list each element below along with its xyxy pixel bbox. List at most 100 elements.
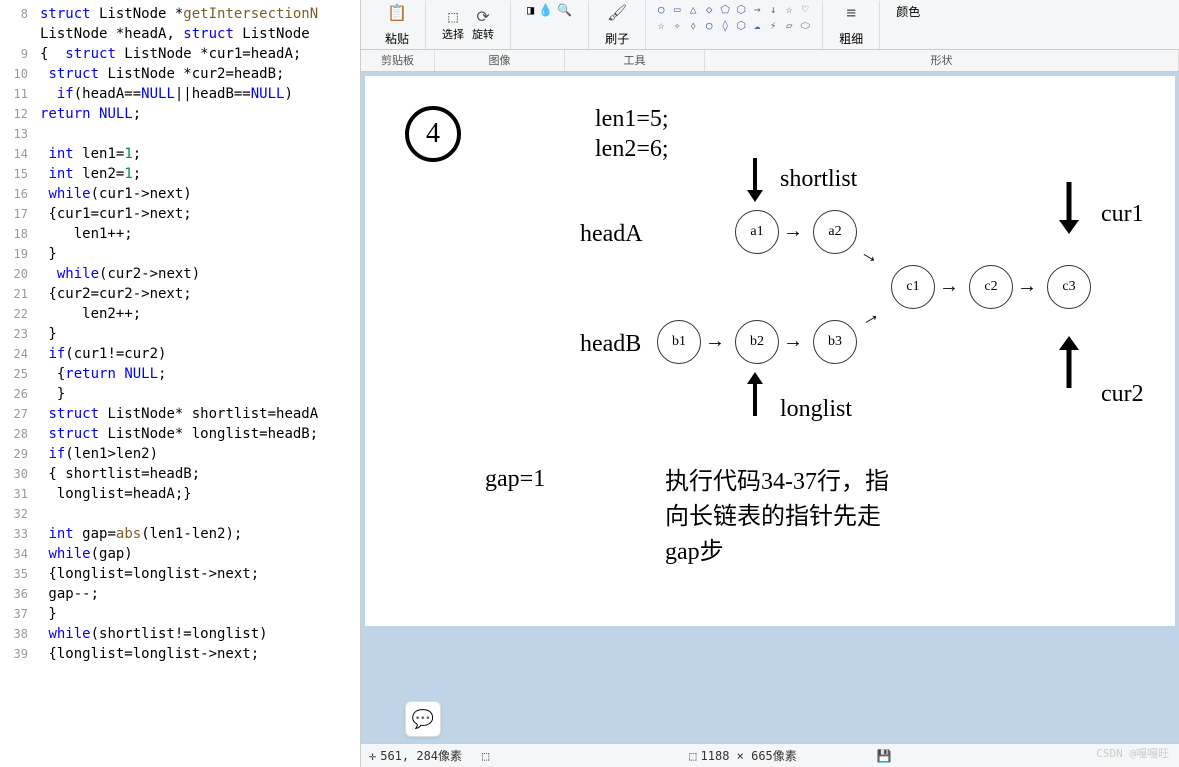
line-number: 23	[0, 327, 40, 341]
code-editor[interactable]: 8struct ListNode *getIntersectionNListNo…	[0, 0, 360, 767]
code-line[interactable]: 26 }	[0, 384, 360, 404]
code-line[interactable]: 23 }	[0, 324, 360, 344]
gap-text: gap=1	[485, 466, 545, 493]
line-number: 34	[0, 547, 40, 561]
line-content: while(cur2->next)	[40, 266, 200, 282]
code-line[interactable]: 32	[0, 504, 360, 524]
line-number: 10	[0, 67, 40, 81]
line-content: len2++;	[40, 306, 141, 322]
line-content: struct ListNode *cur2=headB;	[40, 66, 284, 82]
line-content: int gap=abs(len1-len2);	[40, 526, 242, 542]
code-line[interactable]: 25 {return NULL;	[0, 364, 360, 384]
shapes-gallery[interactable]: ○▭△◇⬠⬡→↓☆♡ ☆✧⬨○◊⬡☁⚡▱⬭	[654, 3, 814, 33]
node-c2: c2	[969, 265, 1013, 309]
paste-group[interactable]: 📋 粘贴	[369, 1, 426, 49]
note-line1: 执行代码34-37行，指	[665, 461, 889, 496]
canvas-size: ⬚ 1188 × 665像素	[689, 747, 796, 764]
code-line[interactable]: 33 int gap=abs(len1-len2);	[0, 524, 360, 544]
line-content: int len1=1;	[40, 146, 141, 162]
code-line[interactable]: 34 while(gap)	[0, 544, 360, 564]
code-line[interactable]: 22 len2++;	[0, 304, 360, 324]
arrow-icon: →	[705, 330, 725, 353]
line-number: 27	[0, 407, 40, 421]
line-content: if(headA==NULL||headB==NULL)	[40, 86, 293, 102]
ribbon-group-labels: 剪贴板 图像 工具 形状	[361, 50, 1179, 72]
eraser-icon[interactable]: ◨	[527, 3, 534, 17]
color-label: 颜色	[896, 3, 920, 20]
code-line[interactable]: 16 while(cur1->next)	[0, 184, 360, 204]
code-line[interactable]: 10 struct ListNode *cur2=headB;	[0, 64, 360, 84]
code-line[interactable]: 20 while(cur2->next)	[0, 264, 360, 284]
select-group[interactable]: ⬚ 选择 ⟳ 旋转	[426, 1, 511, 49]
line-content: longlist=headA;}	[40, 486, 192, 502]
note-line2: 向长链表的指针先走	[665, 496, 881, 531]
longlist-label: longlist	[780, 396, 852, 423]
line-number: 21	[0, 287, 40, 301]
note-line3: gap步	[665, 531, 724, 566]
line-number: 9	[0, 47, 40, 61]
thickness-icon[interactable]: ≡	[846, 3, 856, 22]
line-number: 14	[0, 147, 40, 161]
brush-group[interactable]: 🖌 刷子	[589, 1, 646, 49]
line-number: 20	[0, 267, 40, 281]
code-line[interactable]: 39 {longlist=longlist->next;	[0, 644, 360, 664]
up-arrow-icon	[1055, 334, 1083, 394]
node-a1: a1	[735, 210, 779, 254]
line-number: 30	[0, 467, 40, 481]
zoom-icon[interactable]: 🔍	[557, 3, 572, 17]
paint-canvas[interactable]: 4 len1=5; len2=6; shortlist cur1 cur2 he…	[365, 76, 1175, 626]
selection-icon: ⬚	[482, 749, 489, 763]
code-line[interactable]: 19 }	[0, 244, 360, 264]
code-line[interactable]: 18 len1++;	[0, 224, 360, 244]
line-number: 12	[0, 107, 40, 121]
tools-label: 工具	[565, 50, 705, 71]
code-line[interactable]: 8struct ListNode *getIntersectionN	[0, 4, 360, 24]
line-content: int len2=1;	[40, 166, 141, 182]
line-content: struct ListNode* shortlist=headA	[40, 406, 318, 422]
code-line[interactable]: 14 int len1=1;	[0, 144, 360, 164]
paint-window: 📋 粘贴 ⬚ 选择 ⟳ 旋转 ◨ 💧 🔍	[360, 0, 1179, 767]
brush-icon[interactable]: 🖌	[607, 3, 627, 22]
select-icon[interactable]: ⬚	[448, 7, 458, 26]
line-content: struct ListNode* longlist=headB;	[40, 426, 318, 442]
canvas-area: 4 len1=5; len2=6; shortlist cur1 cur2 he…	[361, 72, 1179, 743]
down-arrow-icon	[1055, 176, 1083, 236]
code-line[interactable]: 9{ struct ListNode *cur1=headA;	[0, 44, 360, 64]
code-line[interactable]: 29 if(len1>len2)	[0, 444, 360, 464]
save-indicator: 💾	[877, 749, 892, 763]
paste-icon[interactable]: 📋	[387, 3, 407, 22]
code-line[interactable]: 35 {longlist=longlist->next;	[0, 564, 360, 584]
color-group[interactable]: 颜色	[880, 1, 936, 49]
arrow-icon: →	[1017, 275, 1037, 298]
line-content: {return NULL;	[40, 366, 166, 382]
tools-group[interactable]: ◨ 💧 🔍	[511, 1, 589, 49]
rotate-icon[interactable]: ⟳	[476, 7, 489, 26]
code-line[interactable]: 11 if(headA==NULL||headB==NULL)	[0, 84, 360, 104]
code-line[interactable]: 21 {cur2=cur2->next;	[0, 284, 360, 304]
node-b1: b1	[657, 320, 701, 364]
line-number: 32	[0, 507, 40, 521]
line-content: while(gap)	[40, 546, 133, 562]
line-content: while(shortlist!=longlist)	[40, 626, 268, 642]
line-content: }	[40, 606, 57, 622]
code-line[interactable]: 13	[0, 124, 360, 144]
chat-button[interactable]: 💬	[405, 701, 441, 737]
line-content: {longlist=longlist->next;	[40, 566, 259, 582]
code-line[interactable]: 36 gap--;	[0, 584, 360, 604]
code-line[interactable]: 28 struct ListNode* longlist=headB;	[0, 424, 360, 444]
code-line[interactable]: 17 {cur1=cur1->next;	[0, 204, 360, 224]
code-line[interactable]: 15 int len2=1;	[0, 164, 360, 184]
code-line[interactable]: 27 struct ListNode* shortlist=headA	[0, 404, 360, 424]
shapes-group[interactable]: ○▭△◇⬠⬡→↓☆♡ ☆✧⬨○◊⬡☁⚡▱⬭	[646, 1, 823, 49]
thickness-group[interactable]: ≡ 粗细	[823, 1, 880, 49]
node-a2: a2	[813, 210, 857, 254]
code-line[interactable]: ListNode *headA, struct ListNode	[0, 24, 360, 44]
code-line[interactable]: 38 while(shortlist!=longlist)	[0, 624, 360, 644]
code-line[interactable]: 12return NULL;	[0, 104, 360, 124]
code-line[interactable]: 30 { shortlist=headB;	[0, 464, 360, 484]
picker-icon[interactable]: 💧	[538, 3, 553, 17]
code-line[interactable]: 31 longlist=headA;}	[0, 484, 360, 504]
code-line[interactable]: 24 if(cur1!=cur2)	[0, 344, 360, 364]
code-line[interactable]: 37 }	[0, 604, 360, 624]
crosshair-icon: ✛	[369, 749, 376, 763]
